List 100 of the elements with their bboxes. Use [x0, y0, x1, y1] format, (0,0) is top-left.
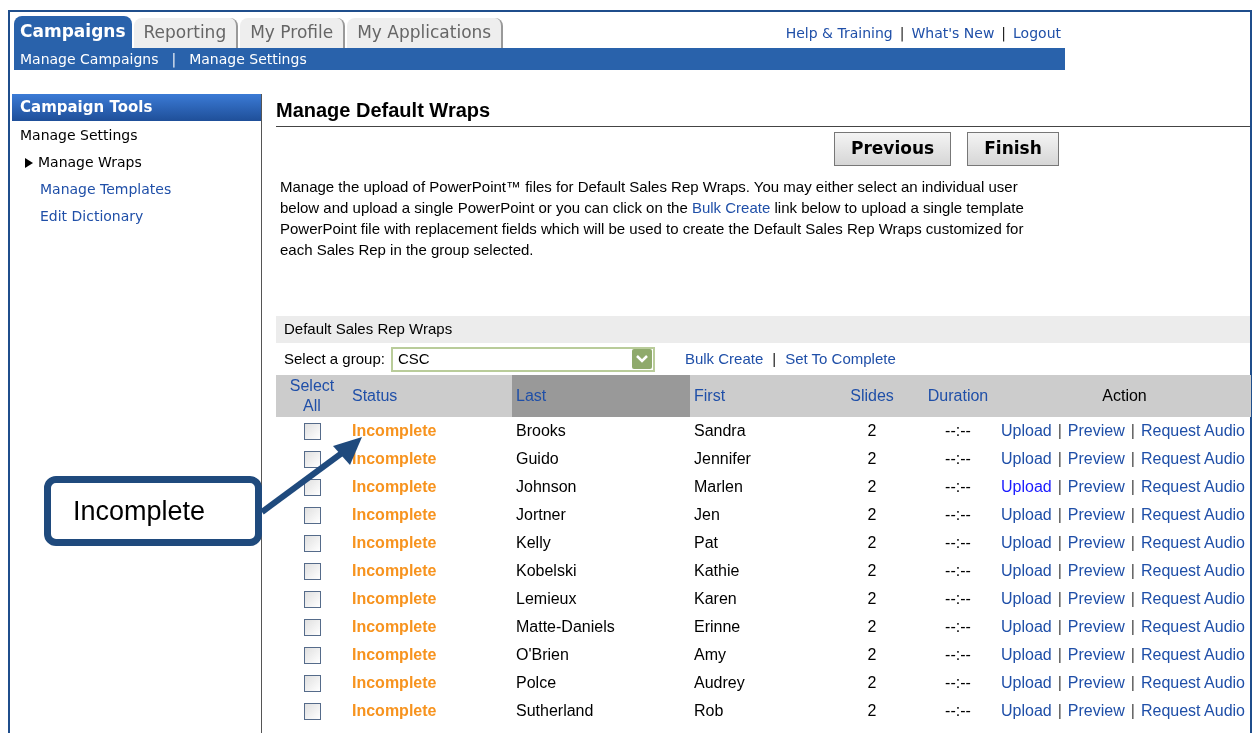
group-dropdown[interactable]: CSC [390, 346, 655, 372]
column-header[interactable]: Select All [276, 375, 348, 417]
column-header: Action [998, 375, 1251, 417]
action-link[interactable]: Upload [1001, 671, 1052, 695]
table-cell-text: Pat [693, 533, 719, 553]
action-link[interactable]: Upload [1001, 447, 1052, 471]
action-link[interactable]: Upload [1001, 699, 1052, 723]
table-cell-text: --:-- [944, 589, 972, 609]
checkbox[interactable] [303, 423, 321, 441]
separator: | [1129, 449, 1136, 469]
column-header[interactable]: Slides [826, 375, 918, 417]
nav-tab[interactable]: Reporting [133, 18, 239, 48]
separator: | [1129, 701, 1136, 721]
table-cell-text: Matte-Daniels [515, 617, 616, 637]
status-cell-text: Incomplete [351, 505, 438, 525]
separator: | [1056, 561, 1063, 581]
table-cell-text: Jortner [515, 505, 567, 525]
sidebar-link[interactable]: Manage Templates [40, 179, 172, 200]
separator: | [1129, 617, 1136, 637]
table-cell-text: O'Brien [515, 645, 570, 665]
separator: | [898, 24, 906, 44]
subnav-link[interactable]: Manage Campaigns [20, 48, 159, 70]
action-link[interactable]: Preview [1067, 503, 1125, 527]
action-link[interactable]: Upload [1001, 587, 1052, 611]
action-link[interactable]: Upload [1001, 419, 1052, 443]
action-link[interactable]: Request Audio [1140, 559, 1245, 583]
action-link[interactable]: Upload [1001, 643, 1052, 667]
table-cell-text: Kobelski [515, 561, 578, 581]
checkbox[interactable] [303, 591, 321, 609]
checkbox[interactable] [303, 507, 321, 525]
column-header[interactable]: Status [348, 375, 512, 417]
header-link[interactable]: Logout [1013, 23, 1061, 44]
subnav-link[interactable]: Manage Settings [189, 48, 307, 70]
table-cell-text: 2 [866, 673, 878, 693]
separator: | [1056, 505, 1063, 525]
table-cell-text: Polce [515, 673, 558, 693]
separator: | [1129, 589, 1136, 609]
action-link[interactable]: Preview [1067, 699, 1125, 723]
action-link[interactable]: Preview [1067, 559, 1125, 583]
action-link[interactable]: Request Audio [1140, 699, 1245, 723]
header-link[interactable]: Help & Training [785, 23, 893, 44]
table-cell-text: 2 [866, 617, 878, 637]
table-cell-text: --:-- [944, 701, 972, 721]
checkbox[interactable] [303, 451, 321, 469]
nav-tab[interactable]: My Applications [347, 18, 504, 48]
sidebar-heading[interactable]: Manage Settings [20, 125, 138, 146]
action-button[interactable]: Previous [834, 132, 952, 166]
action-link[interactable]: Request Audio [1140, 587, 1245, 611]
table-cell: --:-- [918, 417, 998, 445]
checkbox[interactable] [303, 563, 321, 581]
checkbox[interactable] [303, 535, 321, 553]
action-link[interactable]: Upload [1001, 531, 1052, 555]
action-link[interactable]: Request Audio [1140, 475, 1245, 499]
action-link[interactable]: Preview [1067, 475, 1125, 499]
action-link[interactable]: Preview [1067, 643, 1125, 667]
action-link[interactable]: Request Audio [1140, 447, 1245, 471]
action-link[interactable]: Request Audio [1140, 419, 1245, 443]
column-header[interactable]: First [690, 375, 826, 417]
action-link[interactable]: Upload [1001, 559, 1052, 583]
separator: | [1056, 701, 1063, 721]
column-header[interactable]: Duration [918, 375, 998, 417]
action-link[interactable]: Upload [1001, 615, 1052, 639]
bulk-create-link[interactable]: Bulk Create [691, 199, 771, 216]
section-header: Default Sales Rep Wraps [276, 316, 1250, 343]
action-button[interactable]: Finish [967, 132, 1059, 166]
checkbox[interactable] [303, 619, 321, 637]
group-action-link[interactable]: Set To Complete [785, 347, 896, 371]
sidebar-link[interactable]: Manage Wraps [38, 152, 142, 173]
action-link[interactable]: Preview [1067, 587, 1125, 611]
sidebar-link[interactable]: Edit Dictionary [40, 206, 144, 227]
action-link[interactable]: Request Audio [1140, 531, 1245, 555]
action-link[interactable]: Request Audio [1140, 671, 1245, 695]
action-link[interactable]: Request Audio [1140, 503, 1245, 527]
action-link[interactable]: Upload [1001, 475, 1052, 499]
nav-tab[interactable]: My Profile [240, 18, 346, 48]
status-cell-text: Incomplete [351, 561, 438, 581]
table-cell-text: --:-- [944, 617, 972, 637]
action-link[interactable]: Preview [1067, 419, 1125, 443]
group-action-link[interactable]: Bulk Create [684, 347, 764, 371]
table-cell-text: Jen [693, 505, 721, 525]
action-link[interactable]: Preview [1067, 615, 1125, 639]
checkbox[interactable] [303, 675, 321, 693]
nav-tab[interactable]: Campaigns [14, 16, 132, 48]
separator: | [170, 49, 178, 70]
checkbox[interactable] [303, 647, 321, 665]
action-link[interactable]: Preview [1067, 671, 1125, 695]
status-cell-text: Incomplete [351, 589, 438, 609]
table-cell: Brooks [512, 417, 690, 445]
action-link[interactable]: Preview [1067, 531, 1125, 555]
table-cell-text: --:-- [944, 533, 972, 553]
status-cell-text: Incomplete [351, 477, 438, 497]
action-link[interactable]: Upload [1001, 503, 1052, 527]
action-link[interactable]: Request Audio [1140, 615, 1245, 639]
action-link[interactable]: Request Audio [1140, 643, 1245, 667]
separator: | [1056, 477, 1063, 497]
table-cell: 2 [826, 417, 918, 445]
checkbox[interactable] [303, 703, 321, 721]
header-link[interactable]: What's New [911, 23, 995, 44]
action-link[interactable]: Preview [1067, 447, 1125, 471]
separator: | [771, 348, 778, 369]
